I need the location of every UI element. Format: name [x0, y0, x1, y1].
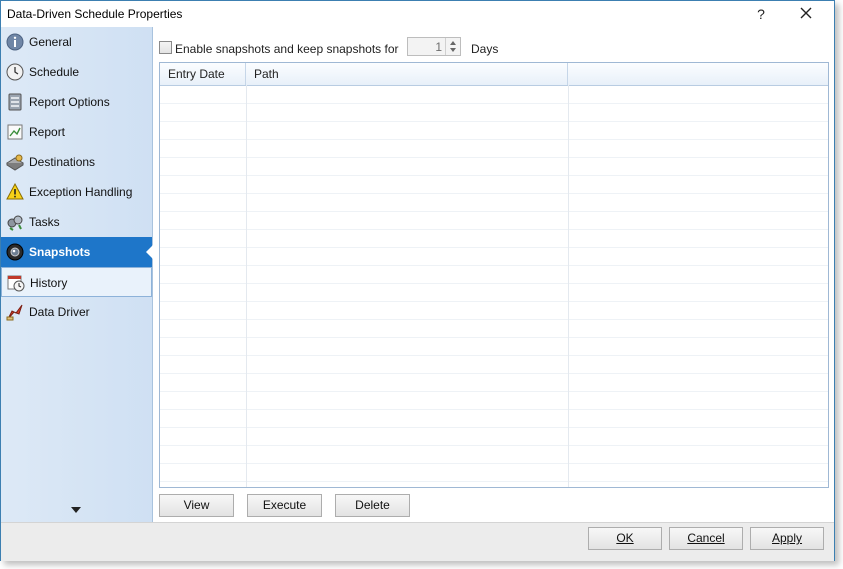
sidebar-item-label: Exception Handling	[29, 185, 133, 199]
server-icon	[8, 93, 22, 111]
ok-button[interactable]: OK	[588, 527, 662, 550]
grid-row-line	[160, 427, 828, 428]
grid-row-line	[160, 247, 828, 248]
sidebar-item-exception-handling[interactable]: Exception Handling	[1, 177, 152, 207]
sidebar-item-report[interactable]: Report	[1, 117, 152, 147]
grid-row-line	[160, 157, 828, 158]
days-spinner[interactable]: 1	[407, 37, 461, 56]
title-bar: Data-Driven Schedule Properties ?	[1, 1, 834, 27]
sidebar-item-label: Snapshots	[29, 245, 91, 259]
apply-label: Apply	[771, 531, 803, 545]
view-button[interactable]: View	[159, 494, 234, 517]
enable-snapshots-label: Enable snapshots and keep snapshots for	[175, 42, 399, 56]
sidebar-item-label: Data Driver	[29, 305, 90, 319]
grid-header: Entry Date Path	[160, 63, 828, 86]
grid-row-line	[160, 409, 828, 410]
execute-button[interactable]: Execute	[247, 494, 322, 517]
cancel-label: Cancel	[687, 531, 725, 545]
grid-row-line	[160, 229, 828, 230]
close-button[interactable]	[793, 3, 819, 25]
sidebar-item-label: General	[29, 35, 72, 49]
sidebar-item-schedule[interactable]: Schedule	[1, 57, 152, 87]
active-indicator	[146, 245, 153, 259]
spin-up-icon[interactable]	[450, 41, 456, 45]
apply-button[interactable]: Apply	[750, 527, 824, 550]
tasks-icon	[7, 215, 23, 231]
grid-row-line	[160, 463, 828, 464]
grid-row-line	[160, 355, 828, 356]
grid-row-line	[160, 391, 828, 392]
dialog-footer: OK Cancel Apply	[1, 522, 834, 561]
delete-button[interactable]: Delete	[335, 494, 410, 517]
close-icon	[800, 7, 812, 19]
days-value: 1	[435, 40, 442, 54]
sidebar-item-label: Report	[29, 125, 66, 139]
grid-row-line	[160, 481, 828, 482]
grid-row-line	[160, 193, 828, 194]
sidebar-item-general[interactable]: General	[1, 27, 152, 57]
days-label: Days	[471, 42, 499, 56]
column-header-path[interactable]: Path	[246, 63, 568, 85]
grid-column-line	[568, 85, 569, 487]
sidebar: General Schedule Report Options Report D…	[1, 27, 153, 522]
snapshots-panel: Enable snapshots and keep snapshots for …	[153, 27, 834, 522]
help-button[interactable]: ?	[749, 3, 773, 25]
sidebar-item-label: History	[30, 276, 68, 290]
sidebar-item-label: Schedule	[29, 65, 80, 79]
sidebar-item-label: Destinations	[29, 155, 96, 169]
spin-down-icon[interactable]	[450, 48, 456, 52]
history-icon	[7, 275, 25, 292]
sidebar-item-destinations[interactable]: Destinations	[1, 147, 152, 177]
destinations-icon	[6, 154, 24, 171]
grid-row-line	[160, 103, 828, 104]
warning-icon	[6, 183, 24, 200]
enable-snapshots-checkbox[interactable]	[159, 41, 172, 54]
grid-row-line	[160, 445, 828, 446]
grid-row-line	[160, 121, 828, 122]
grid-row-line	[160, 301, 828, 302]
grid-row-line	[160, 175, 828, 176]
grid-column-line	[246, 85, 247, 487]
sidebar-item-snapshots[interactable]: Snapshots	[1, 237, 153, 267]
grid-row-line	[160, 265, 828, 266]
grid-row-line	[160, 283, 828, 284]
grid-row-line	[160, 337, 828, 338]
properties-dialog: Data-Driven Schedule Properties ? Genera…	[0, 0, 835, 561]
spinner-arrows[interactable]	[445, 38, 460, 55]
camera-icon	[6, 243, 24, 261]
grid-row-line	[160, 373, 828, 374]
chevron-down-icon[interactable]	[71, 507, 81, 513]
data-driver-icon	[6, 304, 23, 321]
info-icon	[6, 33, 24, 51]
sidebar-item-history[interactable]: History	[1, 267, 152, 297]
grid-row-line	[160, 139, 828, 140]
grid-row-line	[160, 319, 828, 320]
clock-icon	[6, 63, 24, 81]
ok-label: OK	[616, 531, 634, 545]
sidebar-item-data-driver[interactable]: Data Driver	[1, 297, 152, 327]
sidebar-item-report-options[interactable]: Report Options	[1, 87, 152, 117]
sidebar-item-label: Tasks	[29, 215, 60, 229]
sidebar-item-tasks[interactable]: Tasks	[1, 207, 152, 237]
cancel-button[interactable]: Cancel	[669, 527, 743, 550]
sidebar-item-label: Report Options	[29, 95, 110, 109]
report-icon	[7, 124, 23, 140]
grid-row-line	[160, 211, 828, 212]
window-title: Data-Driven Schedule Properties	[7, 7, 183, 21]
column-header-entry-date[interactable]: Entry Date	[160, 63, 246, 85]
column-header-empty	[568, 63, 828, 85]
snapshots-grid[interactable]: Entry Date Path	[159, 62, 829, 488]
